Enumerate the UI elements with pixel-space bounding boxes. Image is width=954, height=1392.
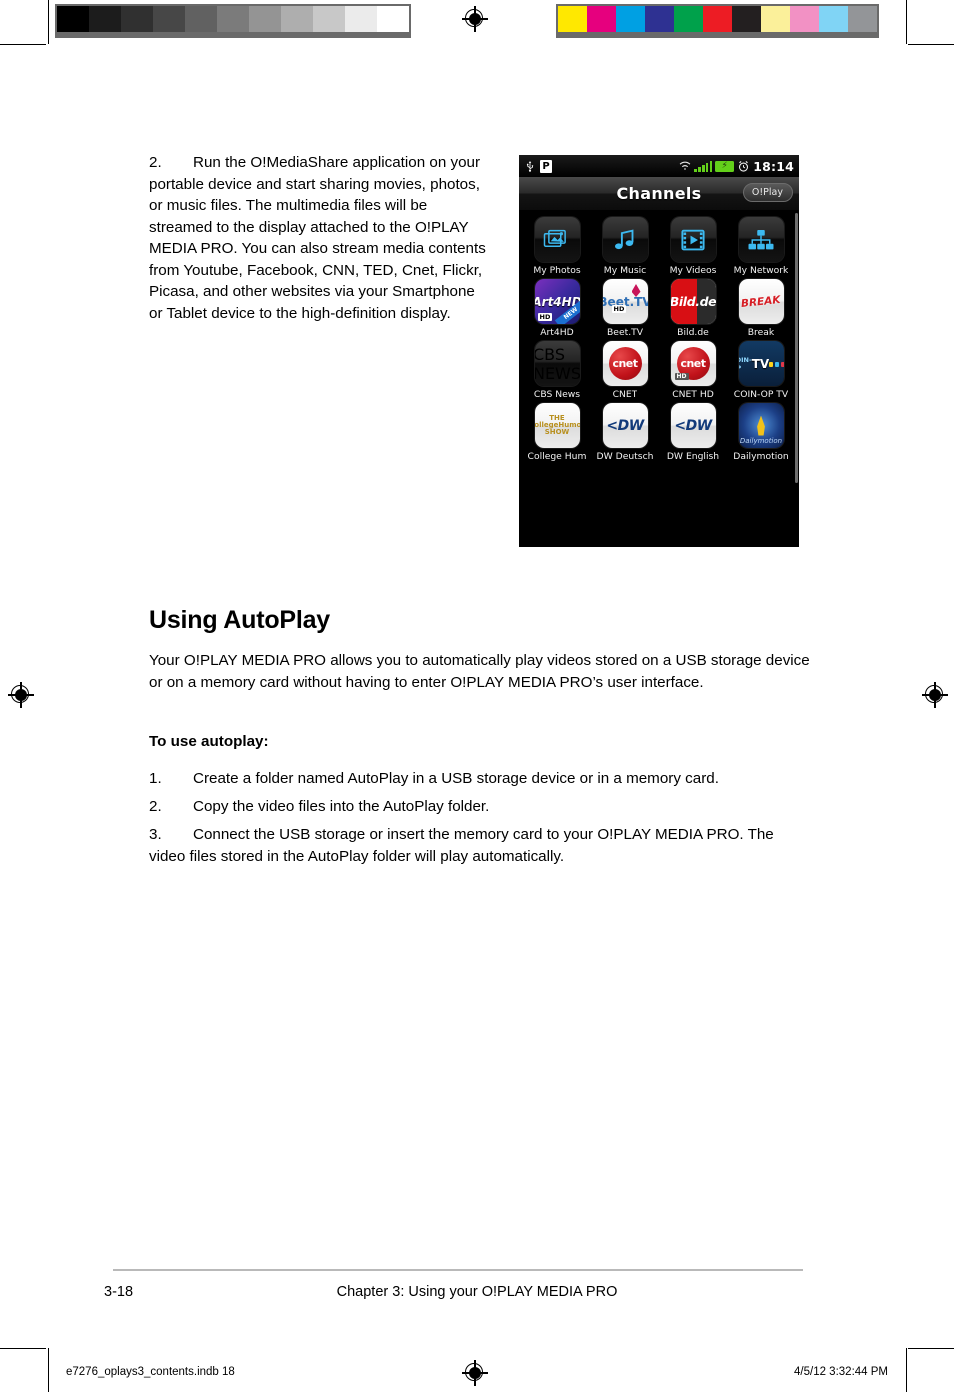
app-tile-beet-tv[interactable]: Beet.TV HD Beet.TV bbox=[591, 279, 659, 338]
app-tile-dw-deutsch[interactable]: <DW DW Deutsch bbox=[591, 403, 659, 462]
battery-charging-icon: ⚡ bbox=[715, 160, 735, 172]
phone-title-bar: Channels O!Play bbox=[519, 177, 799, 211]
cnet-hd-logo[interactable]: cnet HD bbox=[670, 341, 716, 386]
footer-chapter-title: Chapter 3: Using your O!PLAY MEDIA PRO bbox=[336, 1284, 618, 1300]
autoplay-step: 2. Copy the video files into the AutoPlay… bbox=[149, 796, 814, 818]
film-play-icon[interactable] bbox=[670, 217, 716, 262]
p-indicator-icon: P bbox=[540, 159, 552, 173]
app-label: CNET HD bbox=[672, 389, 714, 400]
step-text: Create a folder named AutoPlay in a USB … bbox=[193, 770, 719, 787]
footer-divider bbox=[113, 1269, 803, 1271]
app-label: College Hum bbox=[527, 451, 587, 462]
app-tile-my-videos[interactable]: My Videos bbox=[659, 217, 727, 276]
dw-english-logo[interactable]: <DW bbox=[670, 403, 716, 448]
autoplay-intro-paragraph: Your O!PLAY MEDIA PRO allows you to auto… bbox=[149, 652, 810, 691]
oplay-button[interactable]: O!Play bbox=[742, 183, 793, 202]
phone-status-bar: P ⚡ 18:14 bbox=[519, 155, 799, 177]
app-label: My Photos bbox=[533, 265, 581, 276]
wifi-icon bbox=[680, 161, 691, 170]
section-heading-using-autoplay: Using AutoPlay bbox=[149, 606, 331, 634]
step-number: 2. bbox=[149, 154, 162, 171]
autoplay-step: 1. Create a folder named AutoPlay in a US… bbox=[149, 768, 814, 790]
app-label: DW English bbox=[666, 451, 720, 462]
music-note-icon[interactable] bbox=[602, 217, 648, 262]
subheading-to-use-autoplay: To use autoplay: bbox=[149, 733, 269, 750]
channels-app-grid: My Photos My Music My Videos My Network Art4… bbox=[519, 211, 799, 464]
step-text: Copy the video files into the AutoPlay f… bbox=[193, 798, 490, 815]
app-tile-cbs-news[interactable]: CBS NEWS CBS News bbox=[523, 341, 591, 400]
art4hd-logo[interactable]: Art4HD HD NEW bbox=[534, 279, 580, 324]
app-tile-my-network[interactable]: My Network bbox=[727, 217, 795, 276]
app-label: Art4HD bbox=[540, 327, 574, 338]
app-tile-my-photos[interactable]: My Photos bbox=[523, 217, 591, 276]
app-tile-dailymotion[interactable]: Dailymotion Dailymotion bbox=[727, 403, 795, 462]
print-timestamp: 4/5/12 3:32:44 PM bbox=[794, 1366, 888, 1378]
photos-icon[interactable] bbox=[534, 217, 580, 262]
app-tile-break[interactable]: BREAK Break bbox=[727, 279, 795, 338]
page-title: Channels bbox=[616, 184, 702, 203]
phone-screenshot: P ⚡ 18:14 Channels O!Play My Photos My M… bbox=[519, 155, 799, 547]
app-label: CNET bbox=[612, 389, 638, 400]
app-label: My Videos bbox=[669, 265, 717, 276]
bildde-logo[interactable]: Bild.de bbox=[670, 279, 716, 324]
app-tile-college-hum[interactable]: THECollegeHumorSHOW College Hum bbox=[523, 403, 591, 462]
step-number: 2. bbox=[149, 798, 162, 815]
break-logo[interactable]: BREAK bbox=[738, 279, 784, 324]
app-label: Beet.TV bbox=[606, 327, 644, 338]
alarm-clock-icon bbox=[739, 160, 749, 172]
app-label: DW Deutsch bbox=[596, 451, 654, 462]
app-tile-dw-english[interactable]: <DW DW English bbox=[659, 403, 727, 462]
status-bar-clock: 18:14 bbox=[753, 158, 794, 174]
beettv-logo[interactable]: Beet.TV HD bbox=[602, 279, 648, 324]
print-file-name: e7276_oplays3_contents.indb 18 bbox=[66, 1366, 235, 1378]
document-page: 2. Run the O!MediaShare application on y… bbox=[0, 0, 954, 1392]
app-label: My Network bbox=[733, 265, 789, 276]
step-text: Run the O!MediaShare application on your… bbox=[149, 154, 486, 322]
step-number: 1. bbox=[149, 770, 162, 787]
app-label: Dailymotion bbox=[733, 451, 789, 462]
cnet-logo[interactable]: cnet bbox=[602, 341, 648, 386]
cbsnews-logo[interactable]: CBS NEWS bbox=[534, 341, 580, 386]
app-tile-bild-de[interactable]: Bild.de Bild.de bbox=[659, 279, 727, 338]
app-label: COIN-OP TV bbox=[733, 389, 789, 400]
coinop-tv-logo[interactable]: COIN-OPTV bbox=[738, 341, 784, 386]
app-label: My Music bbox=[603, 265, 647, 276]
signal-bars-icon bbox=[694, 160, 713, 172]
dailymotion-logo[interactable]: Dailymotion bbox=[738, 403, 784, 448]
app-label: Break bbox=[747, 327, 775, 338]
network-tree-icon[interactable] bbox=[738, 217, 784, 262]
step-text: Connect the USB storage or insert the me… bbox=[149, 826, 774, 865]
autoplay-steps-list: 1. Create a folder named AutoPlay in a US… bbox=[149, 768, 814, 874]
app-tile-art4hd[interactable]: Art4HD HD NEW Art4HD bbox=[523, 279, 591, 338]
step-number: 3. bbox=[149, 826, 162, 843]
grid-scrollbar[interactable] bbox=[795, 213, 798, 483]
app-tile-my-music[interactable]: My Music bbox=[591, 217, 659, 276]
collegehumor-logo[interactable]: THECollegeHumorSHOW bbox=[534, 403, 580, 448]
app-label: Bild.de bbox=[677, 327, 709, 338]
dw-deutsch-logo[interactable]: <DW bbox=[602, 403, 648, 448]
app-tile-cnet[interactable]: cnet CNET bbox=[591, 341, 659, 400]
app-label: CBS News bbox=[533, 389, 581, 400]
instruction-step-2: 2. Run the O!MediaShare application on y… bbox=[149, 152, 489, 324]
app-tile-cnet-hd[interactable]: cnet HD CNET HD bbox=[659, 341, 727, 400]
autoplay-step: 3. Connect the USB storage or insert the … bbox=[149, 824, 814, 868]
usb-icon bbox=[526, 160, 534, 172]
app-tile-coin-op-tv[interactable]: COIN-OPTV COIN-OP TV bbox=[727, 341, 795, 400]
